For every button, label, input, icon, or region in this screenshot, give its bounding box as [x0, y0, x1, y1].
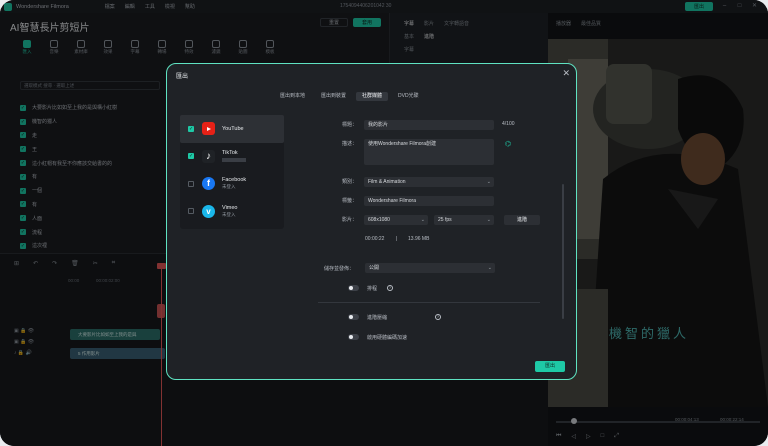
tab-export-device[interactable]: 匯出到裝置: [315, 92, 352, 101]
fps-select[interactable]: 25 fps ⌄: [434, 215, 494, 225]
title-label: 標題：: [342, 122, 358, 128]
ai-generate-icon[interactable]: ⌬: [505, 140, 511, 148]
login-status: 未登入: [222, 184, 236, 190]
chevron-down-icon: ⌄: [486, 217, 491, 223]
checkbox-icon[interactable]: ✓: [188, 153, 194, 160]
description-input[interactable]: 使用Wondershare Filmora創建: [364, 139, 494, 165]
video-duration: 00:00:22: [365, 236, 385, 242]
title-char-count: 4/100: [502, 121, 515, 127]
hardware-acceleration-label: 啟用硬體編碼加速: [367, 335, 408, 341]
platform-name: YouTube: [222, 125, 244, 132]
checkbox-icon[interactable]: [188, 180, 194, 187]
resolution-select[interactable]: 608x1080 ⌄: [364, 215, 428, 225]
chevron-down-icon: ⌄: [486, 179, 491, 185]
account-name-redacted: [222, 158, 246, 163]
title-input[interactable]: 我的影片: [364, 120, 494, 130]
divider: [318, 302, 540, 303]
export-dialog: 匯出 ✕ 匯出到本地 匯出到裝置 社群媒體 DVD光碟 ✓ YouTube ✓ …: [166, 63, 577, 380]
tiktok-icon: ♪: [202, 149, 215, 163]
platform-vimeo[interactable]: v Vimeo 未登入: [180, 198, 284, 226]
app-window: Wondershare Filmora 檔案 編輯 工具 檢視 幫助 17540…: [0, 0, 768, 446]
advanced-settings-button[interactable]: 進階: [504, 215, 540, 225]
export-tabs: 匯出到本地 匯出到裝置 社群媒體 DVD光碟: [274, 92, 425, 101]
export-button[interactable]: 匯出: [535, 361, 565, 372]
category-select[interactable]: Film & Animation ⌄: [364, 177, 494, 187]
platform-name: Vimeo: [222, 204, 238, 211]
schedule-label: 排程: [367, 286, 378, 292]
close-icon[interactable]: ✕: [562, 68, 570, 79]
login-status: 未登入: [222, 211, 236, 217]
platform-facebook[interactable]: f Facebook 未登入: [180, 170, 284, 198]
platform-tiktok[interactable]: ✓ ♪ TikTok: [180, 143, 284, 171]
info-icon[interactable]: ?: [435, 314, 441, 320]
chevron-down-icon: ⌄: [487, 265, 492, 271]
file-size: 13.96 MB: [408, 236, 430, 242]
platform-name: TikTok: [222, 150, 238, 157]
description-label: 描述：: [342, 141, 358, 147]
video-label: 影片：: [342, 217, 358, 223]
facebook-icon: f: [202, 177, 215, 191]
platform-list: ✓ YouTube ✓ ♪ TikTok f Facebook 未登入 v Vim…: [180, 115, 284, 229]
hardware-acceleration-toggle[interactable]: [348, 334, 359, 340]
checkbox-icon[interactable]: ✓: [188, 125, 194, 132]
privacy-label: 儲存並發佈：: [324, 266, 355, 272]
platform-youtube[interactable]: ✓ YouTube: [180, 115, 284, 143]
separator: |: [396, 236, 398, 242]
checkbox-icon[interactable]: [188, 208, 194, 215]
platform-name: Facebook: [222, 177, 247, 184]
schedule-toggle[interactable]: [348, 285, 359, 291]
vimeo-icon: v: [202, 204, 215, 218]
tags-label: 標籤：: [342, 198, 358, 204]
chevron-down-icon: ⌄: [420, 217, 425, 223]
scrollbar[interactable]: [562, 184, 564, 319]
tab-social-media[interactable]: 社群媒體: [356, 92, 389, 101]
privacy-select[interactable]: 公開 ⌄: [365, 263, 495, 273]
advanced-compression-label: 進階壓縮: [367, 315, 388, 321]
dialog-title: 匯出: [176, 74, 189, 80]
tab-dvd[interactable]: DVD光碟: [392, 92, 425, 101]
category-label: 類別：: [342, 179, 358, 185]
tags-input[interactable]: Wondershare Filmora: [364, 196, 494, 206]
tab-export-local[interactable]: 匯出到本地: [274, 92, 311, 101]
info-icon[interactable]: ?: [387, 285, 393, 291]
youtube-icon: [202, 122, 215, 136]
advanced-compression-toggle[interactable]: [348, 314, 359, 320]
